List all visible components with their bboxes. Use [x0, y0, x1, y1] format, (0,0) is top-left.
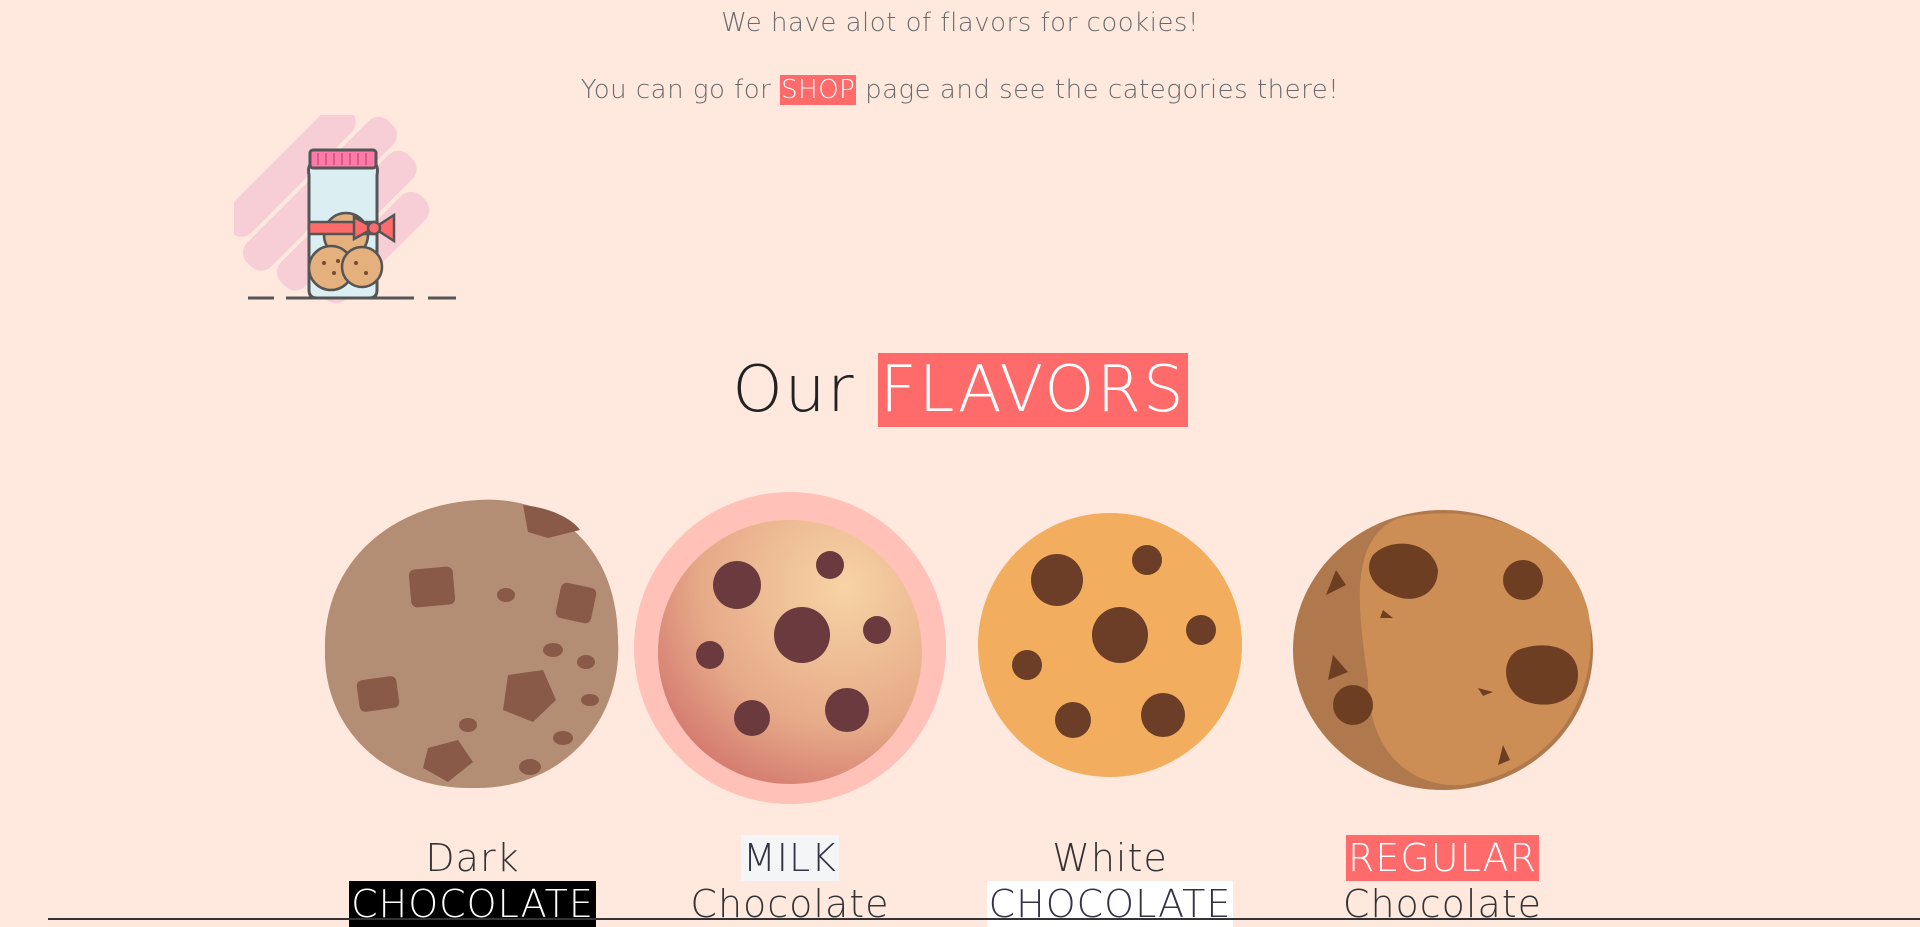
- flavor-milk-chocolate[interactable]: MILK Chocolate: [640, 835, 940, 927]
- intro-shop-text: You can go for SHOP page and see the cat…: [0, 75, 1920, 105]
- shop-highlight: SHOP: [780, 75, 857, 105]
- intro-text: We have alot of flavors for cookies!: [0, 8, 1920, 38]
- flavor-white-line2: CHOCOLATE: [986, 881, 1234, 927]
- flavor-white-chocolate[interactable]: White CHOCOLATE: [960, 835, 1260, 927]
- heading-plain: Our: [732, 353, 878, 427]
- flavors-heading: Our FLAVORS: [0, 352, 1920, 428]
- flavor-white-line1: White: [1052, 836, 1168, 880]
- white-chocolate-cookie-icon: [978, 513, 1242, 777]
- cookie-jar-icon: [234, 115, 456, 304]
- milk-chocolate-cookie-icon: [634, 492, 946, 804]
- flavor-regular-chocolate[interactable]: REGULAR Chocolate: [1290, 835, 1595, 927]
- intro-line-2-before: You can go for: [580, 75, 781, 105]
- regular-chocolate-cookie-icon: [1293, 510, 1593, 790]
- flavor-milk-line1: MILK: [740, 835, 840, 881]
- flavor-regular-line1: REGULAR: [1345, 835, 1540, 881]
- flavor-dark-line1: Dark: [425, 836, 520, 880]
- flavor-dark-line2: CHOCOLATE: [349, 881, 596, 927]
- flavor-regular-line2: Chocolate: [1342, 882, 1543, 926]
- heading-highlight: FLAVORS: [877, 353, 1188, 427]
- flavor-dark-chocolate[interactable]: Dark CHOCOLATE: [320, 835, 625, 927]
- intro-line-2-after: page and see the categories there!: [856, 75, 1340, 105]
- intro-line-1: We have alot of flavors for cookies!: [721, 8, 1199, 38]
- dark-chocolate-cookie-icon: [324, 499, 619, 789]
- flavor-milk-line2: Chocolate: [690, 882, 890, 926]
